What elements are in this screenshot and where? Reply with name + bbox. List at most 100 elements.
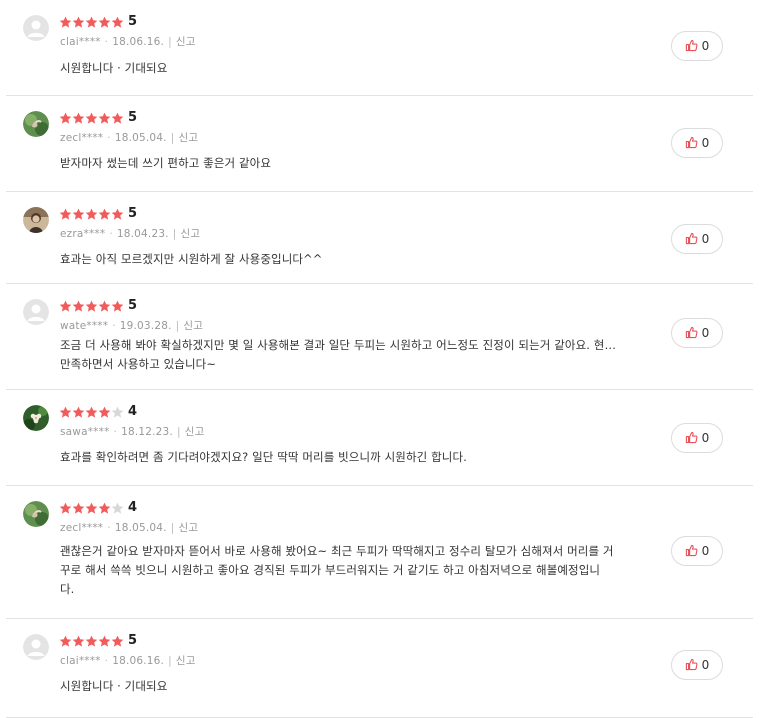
like-button[interactable]: 0 [671, 318, 723, 348]
review-item: 4 sawa**** · 18.12.23. | 신고 효과를 확인하려면 좀 기다려야… [6, 390, 753, 486]
review-date: 18.06.16. [112, 655, 165, 667]
star-rating: 5 [59, 633, 137, 649]
rating-score: 5 [128, 14, 138, 29]
star-icon [98, 300, 111, 312]
like-count: 0 [701, 544, 710, 558]
like-count: 0 [701, 39, 710, 53]
like-button[interactable]: 0 [671, 536, 723, 566]
star-icon [98, 112, 111, 124]
star-icon [72, 502, 85, 514]
review-text-line: 효과를 확인하려면 좀 기다려야겠지요? 일단 딱딱 머리를 빗으니까 시원하긴… [60, 450, 467, 464]
report-link[interactable]: 신고 [185, 426, 205, 438]
review-text-line: 괜찮은거 같아요 받자마자 뜯어서 바로 사용해 봤어요~ 최근 두피가 딱딱해… [60, 544, 614, 558]
star-rating: 5 [59, 206, 137, 222]
review-text-line: 시원합니다 · 기대되요 [60, 679, 168, 693]
like-count: 0 [701, 326, 710, 340]
like-button[interactable]: 0 [671, 224, 723, 254]
star-icon [111, 635, 124, 647]
star-icon [111, 16, 124, 28]
reviewer-id: clai**** [60, 655, 101, 667]
star-icon [72, 112, 85, 124]
review-date: 18.05.04. [114, 132, 167, 144]
thumbs-up-icon [685, 230, 702, 249]
review-text-line: 효과는 아직 모르겠지만 시원하게 잘 사용중입니다^^ [60, 252, 323, 266]
review-meta: clai**** · 18.06.16. | 신고 [60, 36, 196, 48]
review-text-line: 꾸로 해서 쓱쓱 빗으니 시원하고 좋아요 경직된 두피가 부드러워지는 거 같… [60, 563, 601, 577]
thumbs-up-icon [685, 37, 702, 56]
report-link[interactable]: 신고 [183, 320, 203, 332]
thumbs-up-icon [685, 134, 702, 153]
rating-score: 5 [128, 110, 138, 125]
rating-score: 4 [128, 404, 138, 419]
like-button[interactable]: 0 [671, 128, 723, 158]
star-icon [85, 16, 98, 28]
star-icon [98, 406, 111, 418]
review-text-line: 시원합니다 · 기대되요 [60, 61, 168, 75]
review-meta: zecl**** · 18.05.04. | 신고 [60, 132, 199, 144]
reviewer-id: sawa**** [60, 426, 110, 438]
star-icon [72, 300, 85, 312]
flower-photo-avatar [23, 405, 49, 431]
star-icon [111, 502, 124, 514]
review-meta: zecl**** · 18.05.04. | 신고 [60, 522, 199, 534]
star-icon [111, 406, 124, 418]
review-date: 18.05.04. [114, 522, 167, 534]
star-rating: 5 [59, 14, 137, 30]
star-rating: 5 [59, 110, 137, 126]
like-count: 0 [701, 431, 710, 445]
star-icon [72, 406, 85, 418]
review-text: 괜찮은거 같아요 받자마자 뜯어서 바로 사용해 봤어요~ 최근 두피가 딱딱해… [60, 542, 650, 599]
default-avatar [23, 634, 49, 660]
plant-photo-avatar [23, 111, 49, 137]
review-date: 19.03.28. [119, 320, 172, 332]
report-link[interactable]: 신고 [178, 522, 198, 534]
review-text-line: 받자마자 썼는데 쓰기 편하고 좋은거 같아요 [60, 156, 272, 170]
report-link[interactable]: 신고 [176, 655, 196, 667]
star-icon [98, 635, 111, 647]
reviewer-id: clai**** [60, 36, 101, 48]
report-link[interactable]: 신고 [181, 228, 201, 240]
review-text: 조금 더 사용해 봐야 확실하겠지만 몇 일 사용해본 결과 일단 두피는 시원… [60, 336, 650, 374]
star-rating: 4 [59, 500, 137, 516]
like-count: 0 [701, 658, 710, 672]
star-icon [59, 502, 72, 514]
star-rating: 4 [59, 404, 137, 420]
review-meta: wate**** · 19.03.28. | 신고 [60, 320, 204, 332]
star-icon [59, 208, 72, 220]
rating-score: 5 [128, 633, 138, 648]
default-avatar [23, 299, 49, 325]
like-count: 0 [701, 136, 710, 150]
report-link[interactable]: 신고 [178, 132, 198, 144]
star-icon [85, 300, 98, 312]
review-meta: sawa**** · 18.12.23. | 신고 [60, 426, 205, 438]
review-item: 5 ezra**** · 18.04.23. | 신고 효과는 아직 모르겠지만 시원하… [6, 192, 753, 284]
reviewer-id: zecl**** [60, 132, 104, 144]
star-rating: 5 [59, 298, 137, 314]
star-icon [85, 406, 98, 418]
reviewer-id: zecl**** [60, 522, 104, 534]
default-avatar [23, 15, 49, 41]
review-text-line: 조금 더 사용해 봐야 확실하겠지만 몇 일 사용해본 결과 일단 두피는 시원… [60, 338, 617, 352]
thumbs-up-icon [685, 656, 702, 675]
like-button[interactable]: 0 [671, 31, 723, 61]
star-icon [98, 16, 111, 28]
like-button[interactable]: 0 [671, 423, 723, 453]
star-icon [59, 635, 72, 647]
report-link[interactable]: 신고 [176, 36, 196, 48]
star-icon [59, 112, 72, 124]
thumbs-up-icon [685, 324, 702, 343]
review-date: 18.06.16. [112, 36, 165, 48]
review-date: 18.12.23. [121, 426, 173, 438]
like-button[interactable]: 0 [671, 650, 723, 680]
star-icon [85, 502, 98, 514]
review-meta: clai**** · 18.06.16. | 신고 [60, 655, 196, 667]
review-date: 18.04.23. [116, 228, 169, 240]
review-list: 5 clai**** · 18.06.16. | 신고 시원합니다 · 기대되요 0 5… [0, 0, 773, 718]
person-photo-avatar [23, 207, 49, 233]
review-item: 5 wate**** · 19.03.28. | 신고 조금 더 사용해 봐야 확실하겠… [6, 284, 753, 390]
like-count: 0 [701, 232, 710, 246]
review-text: 효과를 확인하려면 좀 기다려야겠지요? 일단 딱딱 머리를 빗으니까 시원하긴… [60, 448, 650, 467]
star-icon [59, 406, 72, 418]
review-item: 5 clai**** · 18.06.16. | 신고 시원합니다 · 기대되요 0 [6, 0, 753, 96]
star-icon [59, 16, 72, 28]
